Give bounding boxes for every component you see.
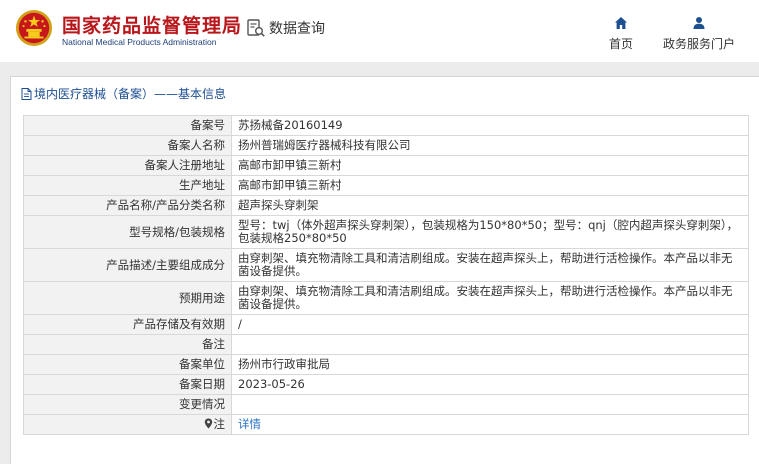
remarks-label: 备注 — [23, 334, 232, 355]
table-row: 型号规格/包装规格 型号：twj（体外超声探头穿刺架），包装规格为150*80*… — [23, 215, 749, 249]
table-row: 产品描述/主要组成成分 由穿刺架、填充物清除工具和清洁刷组成。安装在超声探头上，… — [23, 248, 749, 282]
data-query-label: 数据查询 — [269, 21, 325, 37]
description-label: 产品描述/主要组成成分 — [23, 248, 232, 282]
note-label-cell: 注 — [23, 414, 232, 435]
changes-value — [231, 394, 749, 415]
record-no-label: 备案号 — [23, 115, 232, 136]
record-unit-label: 备案单位 — [23, 354, 232, 375]
filer-address-label: 备案人注册地址 — [23, 155, 232, 176]
remarks-value — [231, 334, 749, 355]
table-row: 产品存储及有效期 / — [23, 314, 749, 335]
nav-service-portal[interactable]: 政务服务门户 — [663, 16, 735, 52]
product-name-label: 产品名称/产品分类名称 — [23, 195, 232, 216]
intended-use-label: 预期用途 — [23, 281, 232, 315]
table-row: 注 详情 — [23, 414, 749, 435]
data-query-link[interactable]: 数据查询 — [246, 18, 325, 38]
data-query-icon — [247, 19, 265, 37]
table-row: 备案日期 2023-05-26 — [23, 374, 749, 395]
nav-home[interactable]: 首页 — [609, 16, 633, 52]
details-link[interactable]: 详情 — [231, 414, 749, 435]
product-name-value: 超声探头穿刺架 — [231, 195, 749, 216]
home-icon — [615, 17, 627, 29]
production-address-label: 生产地址 — [23, 175, 232, 196]
table-row: 变更情况 — [23, 394, 749, 415]
description-value: 由穿刺架、填充物清除工具和清洁刷组成。安装在超声探头上，帮助进行活检操作。本产品… — [231, 248, 749, 282]
document-icon — [21, 87, 32, 100]
record-date-label: 备案日期 — [23, 374, 232, 395]
table-row: 备案单位 扬州市行政审批局 — [23, 354, 749, 375]
site-name-cn: 国家药品监督管理局 — [62, 15, 243, 37]
table-row: 备案人名称 扬州普瑞姆医疗器械科技有限公司 — [23, 135, 749, 156]
filer-name-value: 扬州普瑞姆医疗器械科技有限公司 — [231, 135, 749, 156]
record-no-value: 苏扬械备20160149 — [231, 115, 749, 136]
detail-table: 备案号 苏扬械备20160149 备案人名称 扬州普瑞姆医疗器械科技有限公司 备… — [23, 115, 749, 435]
table-row: 预期用途 由穿刺架、填充物清除工具和清洁刷组成。安装在超声探头上，帮助进行活检操… — [23, 281, 749, 315]
table-row: 生产地址 高邮市卸甲镇三新村 — [23, 175, 749, 196]
map-pin-icon — [204, 418, 212, 429]
record-date-value: 2023-05-26 — [231, 374, 749, 395]
nav-service-portal-label: 政务服务门户 — [663, 37, 736, 51]
record-unit-value: 扬州市行政审批局 — [231, 354, 749, 375]
site-name-en: National Medical Products Administration — [62, 37, 217, 47]
detail-panel: 境内医疗器械（备案）——基本信息 备案号 苏扬械备20160149 备案人名称 … — [10, 76, 759, 464]
filer-name-label: 备案人名称 — [23, 135, 232, 156]
production-address-value: 高邮市卸甲镇三新村 — [231, 175, 749, 196]
national-emblem-icon — [15, 9, 53, 47]
user-icon — [693, 17, 705, 29]
storage-label: 产品存储及有效期 — [23, 314, 232, 335]
intended-use-value: 由穿刺架、填充物清除工具和清洁刷组成。安装在超声探头上，帮助进行活检操作。本产品… — [231, 281, 749, 315]
breadcrumb: 境内医疗器械（备案）——基本信息 — [21, 85, 226, 102]
table-row: 产品名称/产品分类名称 超声探头穿刺架 — [23, 195, 749, 216]
table-row: 备案人注册地址 高邮市卸甲镇三新村 — [23, 155, 749, 176]
note-label: 注 — [213, 417, 226, 431]
filer-address-value: 高邮市卸甲镇三新村 — [231, 155, 749, 176]
table-row: 备案号 苏扬械备20160149 — [23, 115, 749, 136]
breadcrumb-text: 境内医疗器械（备案）——基本信息 — [34, 87, 227, 101]
nav-home-label: 首页 — [609, 37, 634, 51]
storage-value: / — [231, 314, 749, 335]
model-spec-value: 型号：twj（体外超声探头穿刺架），包装规格为150*80*50；型号：qnj（… — [231, 215, 749, 249]
model-spec-label: 型号规格/包装规格 — [23, 215, 232, 249]
table-row: 备注 — [23, 334, 749, 355]
site-header: 国家药品监督管理局 National Medical Products Admi… — [0, 0, 759, 62]
changes-label: 变更情况 — [23, 394, 232, 415]
